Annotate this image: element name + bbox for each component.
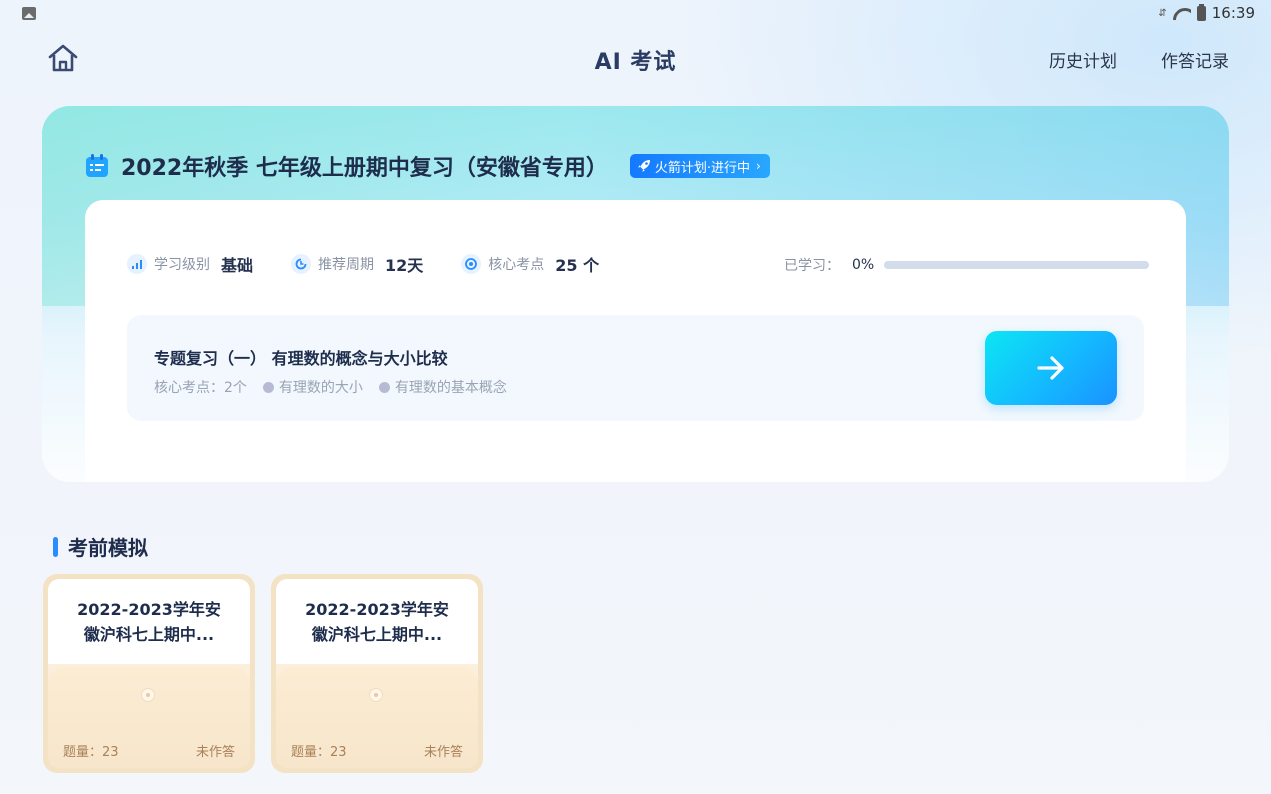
topic-points-label: 核心考点：2个 bbox=[154, 380, 247, 396]
question-count: 题量：23 bbox=[291, 745, 347, 760]
stat-label: 推荐周期 bbox=[318, 257, 375, 273]
cycle-icon bbox=[291, 254, 312, 274]
image-notification-icon bbox=[22, 7, 36, 20]
dot-icon bbox=[378, 381, 390, 393]
topic-key-points: 核心考点：2个 有理数的大小 有理数的基本概念 bbox=[154, 377, 507, 397]
learning-progress: 已学习： 0% bbox=[784, 255, 1150, 275]
stat-label: 核心考点 bbox=[488, 257, 545, 273]
current-topic[interactable]: 专题复习（一） 有理数的概念与大小比较 核心考点：2个 有理数的大小 有理数的基… bbox=[127, 315, 1144, 421]
data-arrows-icon: ⇵ bbox=[1158, 7, 1167, 19]
plan-status-text: 火箭计划·进行中 bbox=[654, 160, 751, 176]
nav-history-plans[interactable]: 历史计划 bbox=[1049, 47, 1117, 72]
target-icon bbox=[461, 254, 482, 274]
mock-exam-title-line: 2022-2023学年安 bbox=[305, 600, 449, 619]
mock-exam-card-body: 2022-2023学年安 徽沪科七上期中... 题量：23 未作答 bbox=[276, 579, 478, 768]
plan-status-badge[interactable]: 火箭计划·进行中 › bbox=[629, 154, 770, 178]
section-title: 考前模拟 bbox=[68, 536, 148, 560]
plan-detail-card: 学习级别 基础 推荐周期 12天 核心考点 25 个 已学习： 0% 专题复习（… bbox=[85, 200, 1186, 482]
stat-level: 学习级别 基础 bbox=[127, 252, 253, 276]
mock-exam-title-line: 徽沪科七上期中... bbox=[311, 625, 443, 644]
stat-value: 25 个 bbox=[555, 256, 600, 275]
battery-icon bbox=[1196, 3, 1206, 21]
badge-dot-icon bbox=[141, 688, 155, 702]
calendar-icon bbox=[86, 154, 108, 177]
section-header: 考前模拟 bbox=[53, 532, 148, 561]
plan-card: 2022年秋季 七年级上册期中复习（安徽省专用） 火箭计划·进行中 › 学习级别 bbox=[42, 106, 1229, 482]
status-time: 16:39 bbox=[1211, 4, 1255, 22]
stat-label: 学习级别 bbox=[154, 257, 210, 273]
stat-value: 基础 bbox=[221, 256, 254, 275]
answer-status: 未作答 bbox=[195, 745, 235, 760]
nav-answer-records[interactable]: 作答记录 bbox=[1161, 47, 1229, 72]
key-point-tag: 有理数的大小 bbox=[262, 377, 363, 397]
progress-value: 0% bbox=[852, 257, 875, 273]
section-accent-bar bbox=[53, 536, 58, 557]
mock-exam-title-line: 2022-2023学年安 bbox=[77, 600, 221, 619]
answer-status: 未作答 bbox=[423, 745, 463, 760]
stat-value: 12天 bbox=[385, 256, 424, 275]
header-nav: 历史计划 作答记录 bbox=[1049, 47, 1229, 72]
mock-exam-card[interactable]: 2022-2023学年安 徽沪科七上期中... 题量：23 未作答 bbox=[43, 574, 255, 773]
dot-icon bbox=[262, 381, 274, 393]
wifi-icon bbox=[1173, 6, 1191, 20]
mock-exam-card-body: 2022-2023学年安 徽沪科七上期中... 题量：23 未作答 bbox=[48, 579, 250, 768]
question-count: 题量：23 bbox=[63, 745, 119, 760]
stat-key-points: 核心考点 25 个 bbox=[461, 252, 599, 276]
badge-dot-icon bbox=[369, 688, 383, 702]
arrow-right-icon bbox=[1037, 356, 1064, 380]
plan-title: 2022年秋季 七年级上册期中复习（安徽省专用） bbox=[121, 156, 608, 181]
key-point-text: 有理数的大小 bbox=[278, 380, 363, 396]
progress-bar bbox=[884, 261, 1150, 269]
key-point-tag: 有理数的基本概念 bbox=[378, 377, 507, 397]
mock-exam-title: 2022-2023学年安 徽沪科七上期中... bbox=[290, 597, 464, 647]
rocket-icon bbox=[637, 160, 650, 172]
progress-label: 已学习： bbox=[784, 258, 840, 274]
status-right: ⇵ 16:39 bbox=[1158, 3, 1255, 22]
topic-title: 专题复习（一） 有理数的概念与大小比较 bbox=[154, 349, 448, 368]
plan-stats: 学习级别 基础 推荐周期 12天 核心考点 25 个 bbox=[127, 252, 637, 276]
mock-exam-card[interactable]: 2022-2023学年安 徽沪科七上期中... 题量：23 未作答 bbox=[271, 574, 483, 773]
plan-header: 2022年秋季 七年级上册期中复习（安徽省专用） 火箭计划·进行中 › bbox=[85, 150, 770, 182]
stat-cycle: 推荐周期 12天 bbox=[291, 252, 423, 276]
chevron-right-icon: › bbox=[756, 159, 761, 173]
key-point-text: 有理数的基本概念 bbox=[394, 380, 507, 396]
start-topic-button[interactable] bbox=[985, 331, 1117, 405]
mock-exam-title: 2022-2023学年安 徽沪科七上期中... bbox=[62, 597, 236, 647]
mock-exam-title-line: 徽沪科七上期中... bbox=[83, 625, 215, 644]
status-bar: ⇵ 16:39 bbox=[0, 0, 1271, 28]
signal-bars-icon bbox=[127, 254, 147, 274]
